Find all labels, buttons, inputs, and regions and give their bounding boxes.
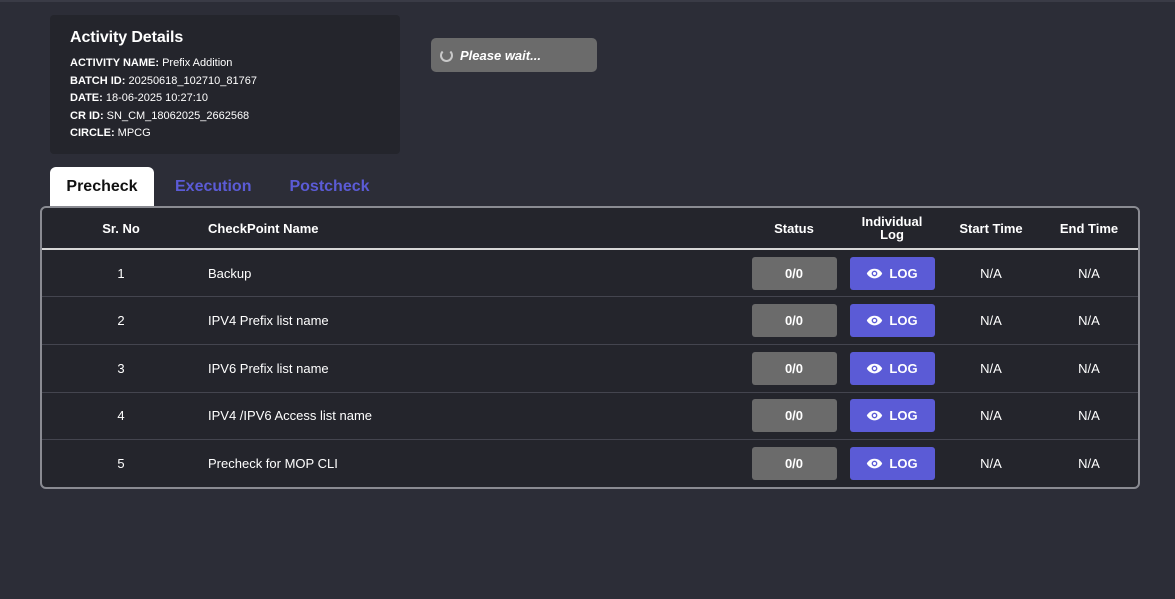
batch-id-value: 20250618_102710_81767	[128, 74, 257, 87]
row-log-cell: LOG	[838, 392, 946, 441]
header-start-time: Start Time	[946, 208, 1036, 250]
row-checkpoint-name: Backup	[200, 249, 750, 298]
row-end-time: N/A	[1036, 249, 1138, 298]
row-sr-no: 1	[42, 249, 200, 298]
row-end-time: N/A	[1036, 392, 1138, 441]
spinner-icon	[440, 48, 453, 62]
table-row: 3 IPV6 Prefix list name 0/0 LOG N/A N/A	[42, 344, 1138, 393]
tab-execution[interactable]: Execution	[158, 167, 268, 207]
row-log-cell: LOG	[838, 344, 946, 393]
eye-icon	[867, 459, 883, 469]
please-wait-indicator: Please wait...	[431, 38, 597, 72]
row-status-cell: 0/0	[750, 440, 838, 487]
row-checkpoint-name: IPV4 /IPV6 Access list name	[200, 392, 750, 441]
top-border	[0, 0, 1175, 2]
activity-name-label: ACTIVITY NAME:	[70, 57, 160, 69]
table-row: 5 Precheck for MOP CLI 0/0 LOG N/A N/A	[42, 440, 1138, 487]
row-checkpoint-name: Precheck for MOP CLI	[208, 456, 338, 472]
log-button[interactable]: LOG	[849, 447, 935, 481]
check-tabs: Precheck Execution Postcheck	[50, 167, 391, 207]
row-log-cell: LOG	[838, 440, 946, 487]
eye-icon	[867, 315, 883, 326]
status-badge: 0/0	[751, 447, 837, 481]
status-badge: 0/0	[751, 351, 837, 385]
activity-name-row: ACTIVITY NAME: Prefix Addition	[70, 55, 380, 73]
row-checkpoint-name: IPV6 Prefix list name	[200, 344, 750, 393]
circle-label: CIRCLE:	[70, 127, 115, 139]
log-button[interactable]: LOG	[849, 399, 935, 433]
circle-row: CIRCLE: MPCG	[70, 125, 380, 143]
status-badge: 0/0	[751, 399, 837, 433]
header-individual-log: Individual Log	[838, 208, 946, 250]
log-button-label: LOG	[889, 408, 918, 424]
cr-id-row: CR ID: SN_CM_18062025_2662568	[70, 108, 380, 126]
date-row: DATE: 18-06-2025 10:27:10	[70, 90, 380, 108]
cr-id-label: CR ID:	[70, 109, 104, 122]
row-sr-no: 4	[42, 392, 200, 441]
row-end-time: N/A	[1036, 344, 1138, 393]
eye-icon	[867, 268, 883, 278]
row-status-cell: 0/0	[750, 296, 838, 345]
row-start-time: N/A	[946, 296, 1036, 345]
header-sr-no: Sr. No	[42, 208, 200, 250]
log-button[interactable]: LOG	[849, 351, 935, 385]
circle-value: MPCG	[117, 127, 151, 139]
please-wait-text: Please wait...	[460, 47, 541, 63]
log-button-label: LOG	[889, 456, 918, 472]
batch-id-label: BATCH ID:	[70, 74, 126, 87]
row-start-time: N/A	[980, 456, 1002, 472]
status-badge: 0/0	[751, 256, 837, 290]
table-row: 2 IPV4 Prefix list name 0/0 LOG N/A N/A	[42, 296, 1138, 345]
date-value: 18-06-2025 10:27:10	[105, 92, 209, 104]
header-end-time: End Time	[1036, 208, 1138, 250]
table-header-row: Sr. No CheckPoint Name Status Individual…	[42, 208, 1138, 250]
header-status: Status	[750, 208, 838, 250]
activity-details-title: Activity Details	[70, 29, 184, 46]
row-checkpoint-name: IPV4 Prefix list name	[200, 296, 750, 345]
table-row: 4 IPV4 /IPV6 Access list name 0/0 LOG N/…	[42, 392, 1138, 441]
header-individual-log-line2: Log	[880, 227, 904, 242]
row-status-cell: 0/0	[750, 344, 838, 393]
batch-id-row: BATCH ID: 20250618_102710_81767	[70, 73, 380, 91]
log-button-label: LOG	[889, 360, 918, 376]
log-button-label: LOG	[889, 313, 918, 329]
table-row: 1 Backup 0/0 LOG N/A N/A	[42, 249, 1138, 298]
checkpoint-table: Sr. No CheckPoint Name Status Individual…	[40, 206, 1140, 489]
header-checkpoint-name: CheckPoint Name	[200, 208, 750, 250]
log-button-label: LOG	[889, 265, 918, 281]
row-start-time: N/A	[946, 392, 1036, 441]
eye-icon	[867, 411, 883, 421]
tab-precheck[interactable]: Precheck	[50, 167, 154, 207]
row-start-time: N/A	[946, 249, 1036, 298]
row-end-time: N/A	[1078, 456, 1100, 472]
log-button[interactable]: LOG	[849, 256, 935, 290]
eye-icon	[867, 363, 883, 374]
status-badge: 0/0	[751, 304, 837, 338]
row-sr-no: 2	[42, 296, 200, 345]
activity-details-card: Activity Details ACTIVITY NAME: Prefix A…	[50, 15, 400, 154]
row-log-cell: LOG	[838, 249, 946, 298]
row-sr-no: 3	[42, 344, 200, 393]
activity-name-value: Prefix Addition	[162, 57, 233, 69]
row-status-cell: 0/0	[750, 392, 838, 441]
row-end-time: N/A	[1036, 296, 1138, 345]
row-start-time: N/A	[946, 344, 1036, 393]
tab-postcheck[interactable]: Postcheck	[272, 167, 386, 207]
log-button[interactable]: LOG	[849, 304, 935, 338]
row-log-cell: LOG	[838, 296, 946, 345]
row-sr-no: 5	[117, 456, 125, 472]
cr-id-value: SN_CM_18062025_2662568	[106, 109, 250, 122]
date-label: DATE:	[70, 92, 103, 104]
row-status-cell: 0/0	[750, 249, 838, 298]
